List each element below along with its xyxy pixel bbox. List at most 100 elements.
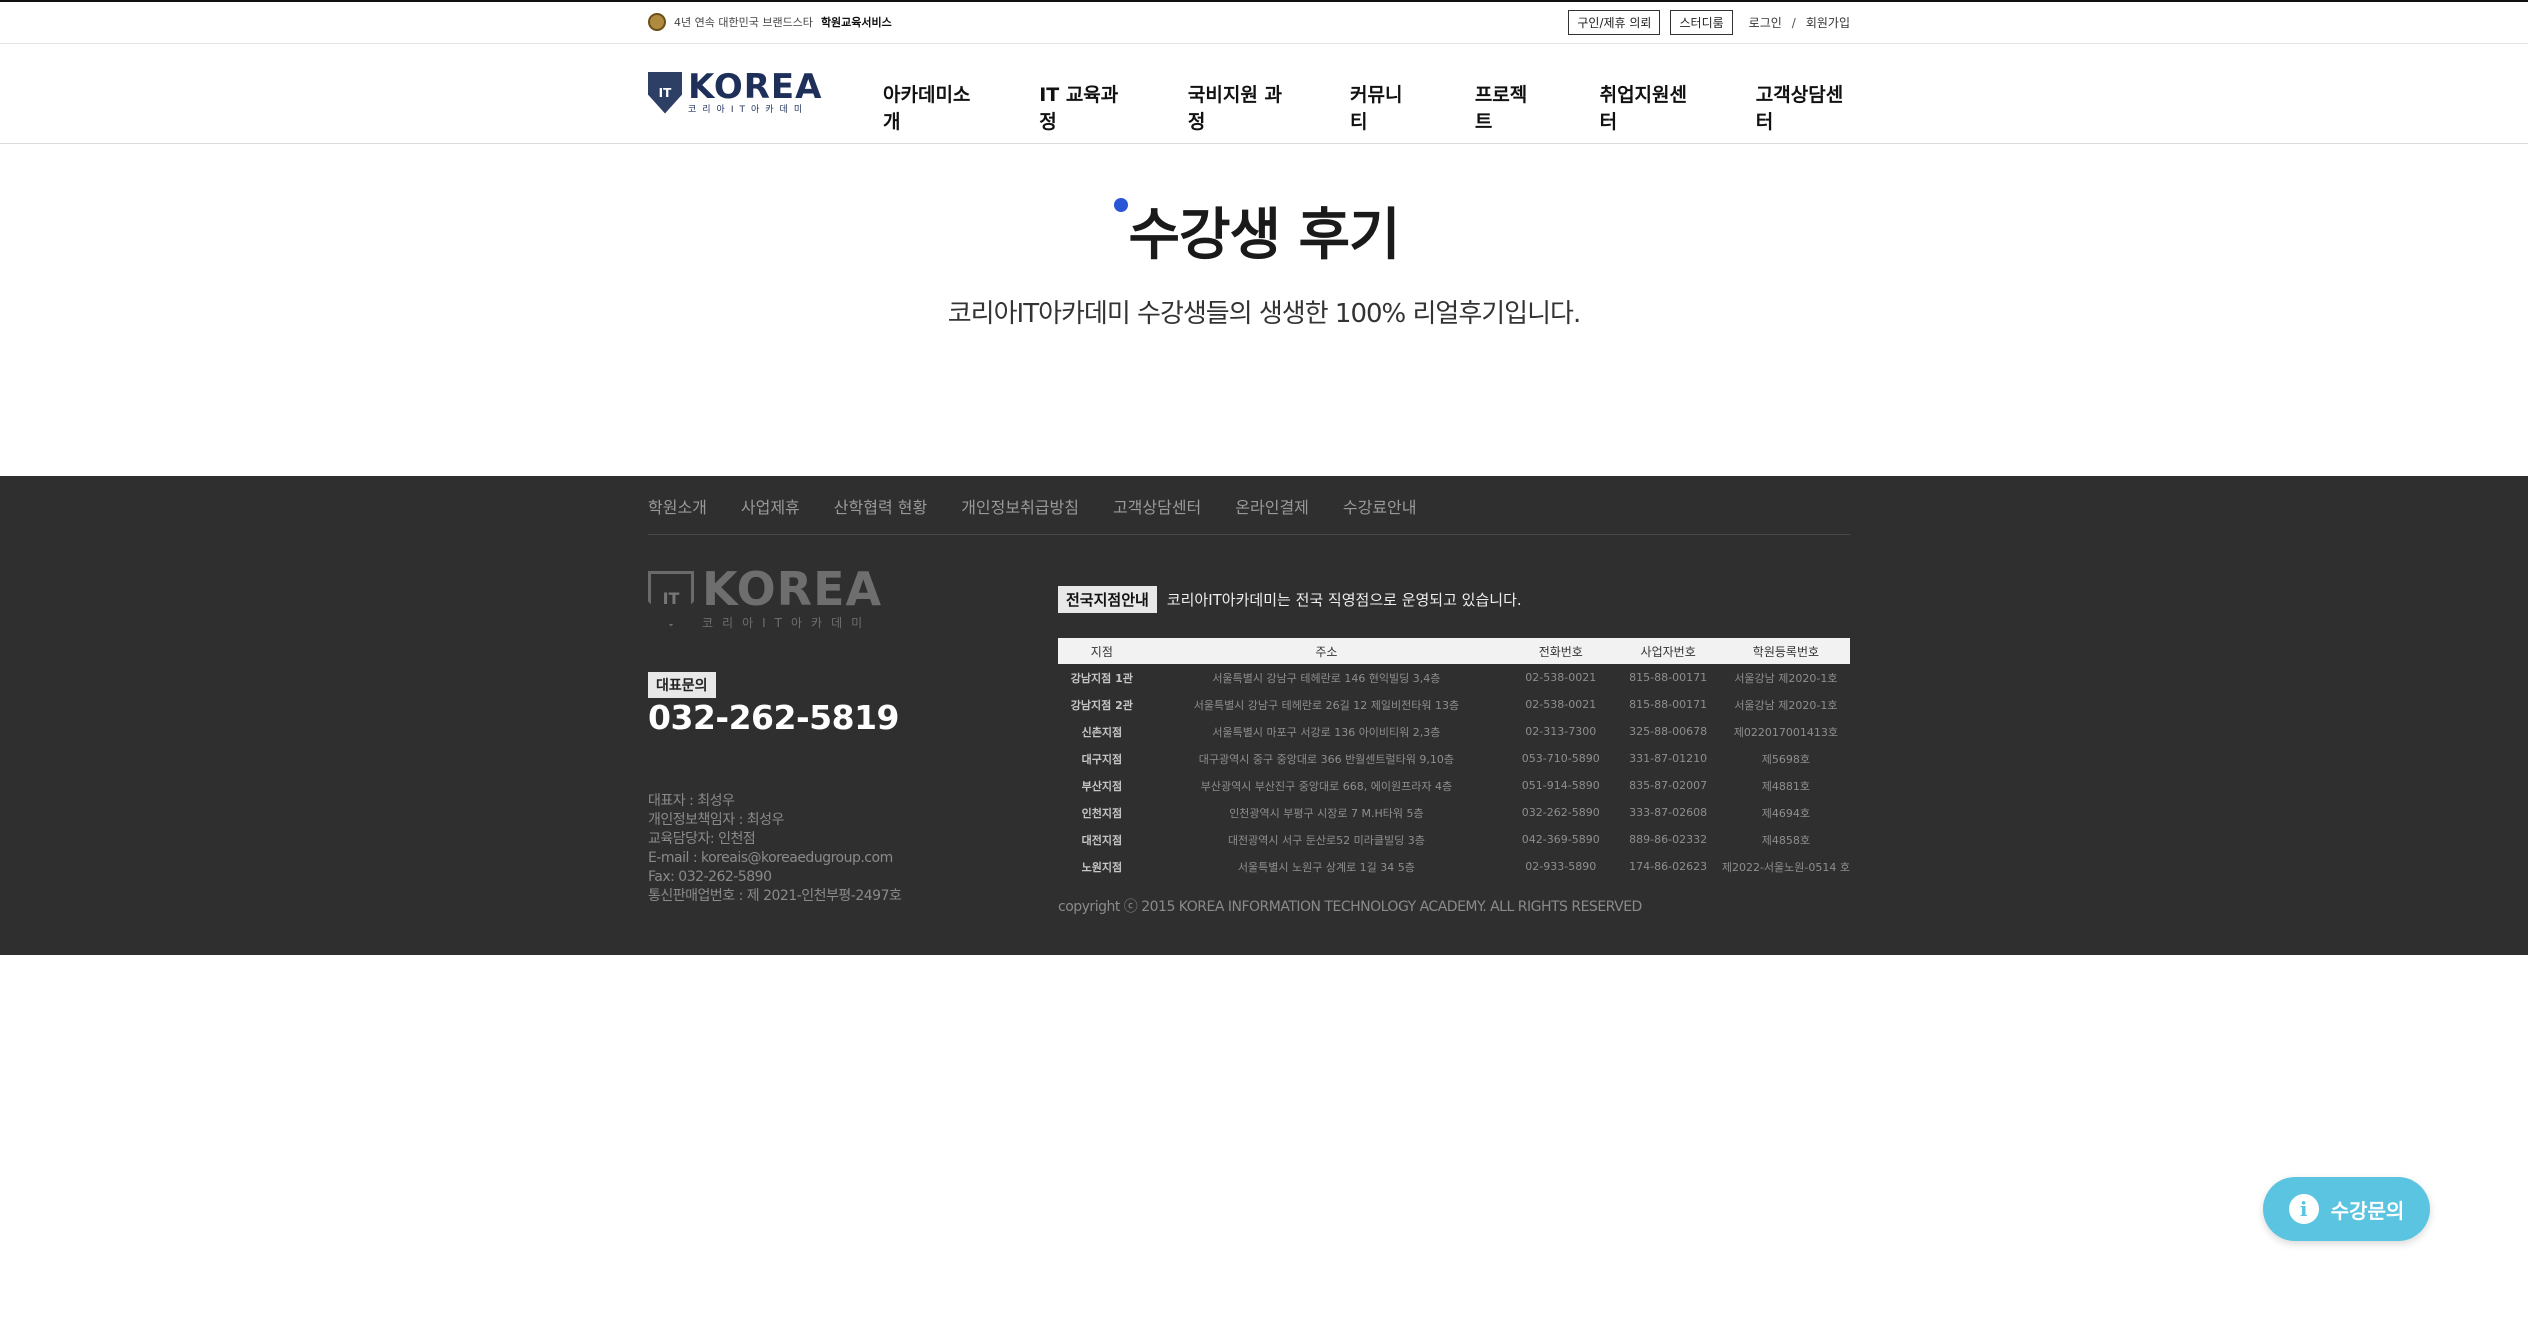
branch-business-number: 815-88-00171 <box>1629 671 1708 684</box>
tagline-bold: 학원교육서비스 <box>820 16 892 29</box>
nav-item-it-courses[interactable]: IT 교육과정 <box>1008 80 1157 134</box>
col-header-branch: 지점 <box>1058 638 1146 664</box>
table-row: 인천지점 인천광역시 부평구 시장로 7 M.H타워 5층 032-262-5890… <box>1058 799 1850 826</box>
site-footer: 학원소개 사업제휴 산학협력 현황 개인정보취급방침 고객상담센터 온라인결제 … <box>0 476 2528 955</box>
branch-business-number: 331-87-01210 <box>1629 752 1708 765</box>
copyright: copyright ⓒ 2015 KOREA INFORMATION TECHN… <box>1058 899 1642 915</box>
branch-phone: 051-914-5890 <box>1521 779 1600 792</box>
branch-registration-number: 제2022-서울노원-0514 호 <box>1721 860 1850 874</box>
branch-name: 인천지점 <box>1081 806 1123 820</box>
shield-logo-icon: IT <box>648 71 682 114</box>
table-row: 강남지점 2관 서울특별시 강남구 테헤란로 26길 12 제일비전타워 13층 0… <box>1058 691 1850 718</box>
branch-name: 신촌지점 <box>1081 725 1123 739</box>
branch-business-number: 174-86-02623 <box>1629 860 1708 873</box>
branch-registration-number: 제4694호 <box>1761 806 1811 820</box>
nav-item-community[interactable]: 커뮤니티 <box>1319 80 1444 134</box>
footer-link-tuition[interactable]: 수강료안내 <box>1343 494 1417 518</box>
info-ceo: 대표자 : 최성우 <box>648 793 735 809</box>
branch-tag: 전국지점안내 <box>1058 586 1157 613</box>
footer-logo: IT KOREA 코리아IT아카데미 <box>648 566 882 631</box>
study-room-button[interactable]: 스터디룸 <box>1670 10 1733 35</box>
branch-business-number: 835-87-02007 <box>1629 779 1708 792</box>
branch-phone: 02-538-0021 <box>1525 698 1597 711</box>
login-link[interactable]: 로그인 <box>1749 14 1782 31</box>
footer-link-industry-cooperation[interactable]: 산학협력 현황 <box>834 494 927 518</box>
footer-divider <box>648 534 1850 535</box>
col-header-address: 주소 <box>1145 638 1508 664</box>
info-education-manager: 교육담당자: 인천점 <box>648 831 756 847</box>
branch-business-number: 333-87-02608 <box>1629 806 1708 819</box>
table-row: 강남지점 1관 서울특별시 강남구 테헤란로 146 현익빌딩 3,4층 02-53… <box>1058 664 1850 691</box>
branch-address: 서울특별시 강남구 테헤란로 26길 12 제일비전타워 13층 <box>1193 698 1460 712</box>
info-fax: Fax: 032-262-5890 <box>648 869 772 885</box>
table-row: 부산지점 부산광역시 부산진구 중앙대로 668, 에이원프라자 4층 051-91… <box>1058 772 1850 799</box>
login-signup-divider: / <box>1791 15 1796 30</box>
branch-phone: 032-262-5890 <box>1521 806 1600 819</box>
branch-name: 강남지점 1관 <box>1070 671 1133 685</box>
footer-shield-icon: IT <box>648 570 694 627</box>
signup-link[interactable]: 회원가입 <box>1806 14 1850 31</box>
logo-subtext: 코리아IT아카데미 <box>688 105 809 115</box>
table-row: 대전지점 대전광역시 서구 둔산로52 미라클빌딩 3층 042-369-5890 8… <box>1058 826 1850 853</box>
footer-link-customer-center[interactable]: 고객상담센터 <box>1113 494 1201 518</box>
nav-item-academy-intro[interactable]: 아카데미소개 <box>883 80 1008 134</box>
branch-registration-number: 제5698호 <box>1761 752 1811 766</box>
footer-link-academy[interactable]: 학원소개 <box>648 494 707 518</box>
tagline-prefix: 4년 연속 대한민국 브랜드스타 <box>674 16 813 29</box>
branch-address: 인천광역시 부평구 시장로 7 M.H타워 5층 <box>1229 806 1424 820</box>
branch-phone: 02-933-5890 <box>1525 860 1597 873</box>
award-badge-icon <box>648 13 666 31</box>
page-title-wrapper: 수강생 후기 <box>1114 190 1401 271</box>
page-title-section: 수강생 후기 코리아IT아카데미 수강생들의 생생한 100% 리얼후기입니다. <box>0 190 2528 330</box>
branch-business-number: 889-86-02332 <box>1629 833 1708 846</box>
branch-phone: 042-369-5890 <box>1521 833 1600 846</box>
branch-address: 서울특별시 노원구 상계로 1길 34 5층 <box>1237 860 1415 874</box>
site-header: IT KOREA 코리아IT아카데미 아카데미소개 IT 교육과정 국비지원 과… <box>0 44 2528 144</box>
nav-item-career-center[interactable]: 취업지원센터 <box>1569 80 1725 134</box>
info-privacy-officer: 개인정보책임자 : 최성우 <box>648 812 784 828</box>
top-links: 구인/제휴 의뢰 스터디룸 로그인 / 회원가입 <box>1568 10 1850 35</box>
rep-contact-label: 대표문의 <box>648 672 716 698</box>
branch-phone: 02-538-0021 <box>1525 671 1597 684</box>
branch-phone: 053-710-5890 <box>1521 752 1600 765</box>
partnership-request-button[interactable]: 구인/제휴 의뢰 <box>1568 10 1661 35</box>
branch-name: 부산지점 <box>1081 779 1123 793</box>
branch-description: 코리아IT아카데미는 전국 직영점으로 운영되고 있습니다. <box>1166 591 1522 609</box>
company-info: 대표자 : 최성우 개인정보책임자 : 최성우 교육담당자: 인천점 E-mai… <box>648 792 902 906</box>
page-title: 수강생 후기 <box>1128 203 1400 268</box>
branch-address: 서울특별시 마포구 서강로 136 아이비티워 2,3층 <box>1212 725 1441 739</box>
table-row: 노원지점 서울특별시 노원구 상계로 1길 34 5층 02-933-5890 174… <box>1058 853 1850 880</box>
col-header-registration-number: 학원등록번호 <box>1721 638 1850 664</box>
site-logo[interactable]: IT KOREA 코리아IT아카데미 <box>648 70 822 115</box>
branch-name: 노원지점 <box>1081 860 1123 874</box>
footer-logo-subtext: 코리아IT아카데미 <box>702 616 872 630</box>
branch-address: 대전광역시 서구 둔산로52 미라클빌딩 3층 <box>1227 833 1425 847</box>
page-subtitle: 코리아IT아카데미 수강생들의 생생한 100% 리얼후기입니다. <box>947 299 1581 329</box>
table-header-row: 지점 주소 전화번호 사업자번호 학원등록번호 <box>1058 638 1850 664</box>
top-utility-bar: 4년 연속 대한민국 브랜드스타 학원교육서비스 구인/제휴 의뢰 스터디룸 로… <box>0 0 2528 44</box>
nav-item-projects[interactable]: 프로젝트 <box>1444 80 1569 134</box>
branch-table: 지점 주소 전화번호 사업자번호 학원등록번호 강남지점 1관 서울특별시 강남구… <box>1058 638 1850 880</box>
col-header-business-number: 사업자번호 <box>1614 638 1722 664</box>
brand-award-tagline: 4년 연속 대한민국 브랜드스타 학원교육서비스 <box>648 13 892 31</box>
branch-registration-number: 서울강남 제2020-1호 <box>1734 671 1838 685</box>
nav-item-government-courses[interactable]: 국비지원 과정 <box>1157 80 1319 134</box>
rep-contact-phone: 032-262-5819 <box>648 698 900 737</box>
branch-address: 부산광역시 부산진구 중앙대로 668, 에이원프라자 4층 <box>1200 779 1453 793</box>
course-inquiry-button[interactable]: i 수강문의 <box>2263 1177 2430 1241</box>
info-ecommerce-number: 통신판매업번호 : 제 2021-인천부평-2497호 <box>648 888 902 904</box>
nav-item-customer-center[interactable]: 고객상담센터 <box>1725 80 1850 134</box>
footer-link-partnership[interactable]: 사업제휴 <box>741 494 800 518</box>
course-inquiry-label: 수강문의 <box>2330 1198 2405 1223</box>
main-nav: 아카데미소개 IT 교육과정 국비지원 과정 커뮤니티 프로젝트 취업지원센터 … <box>883 80 1850 134</box>
info-icon: i <box>2288 1194 2319 1224</box>
branch-registration-number: 제4881호 <box>1761 779 1811 793</box>
title-accent-dot <box>1114 198 1129 212</box>
footer-logo-wordmark: KOREA <box>702 562 883 616</box>
info-email: E-mail : koreais@koreaedugroup.com <box>648 850 893 866</box>
branch-registration-number: 제022017001413호 <box>1733 725 1839 739</box>
footer-link-privacy-policy[interactable]: 개인정보취급방침 <box>961 494 1079 518</box>
footer-link-online-payment[interactable]: 온라인결제 <box>1235 494 1309 518</box>
branch-name: 대전지점 <box>1081 833 1123 847</box>
branch-heading: 전국지점안내 코리아IT아카데미는 전국 직영점으로 운영되고 있습니다. <box>1058 586 1522 613</box>
